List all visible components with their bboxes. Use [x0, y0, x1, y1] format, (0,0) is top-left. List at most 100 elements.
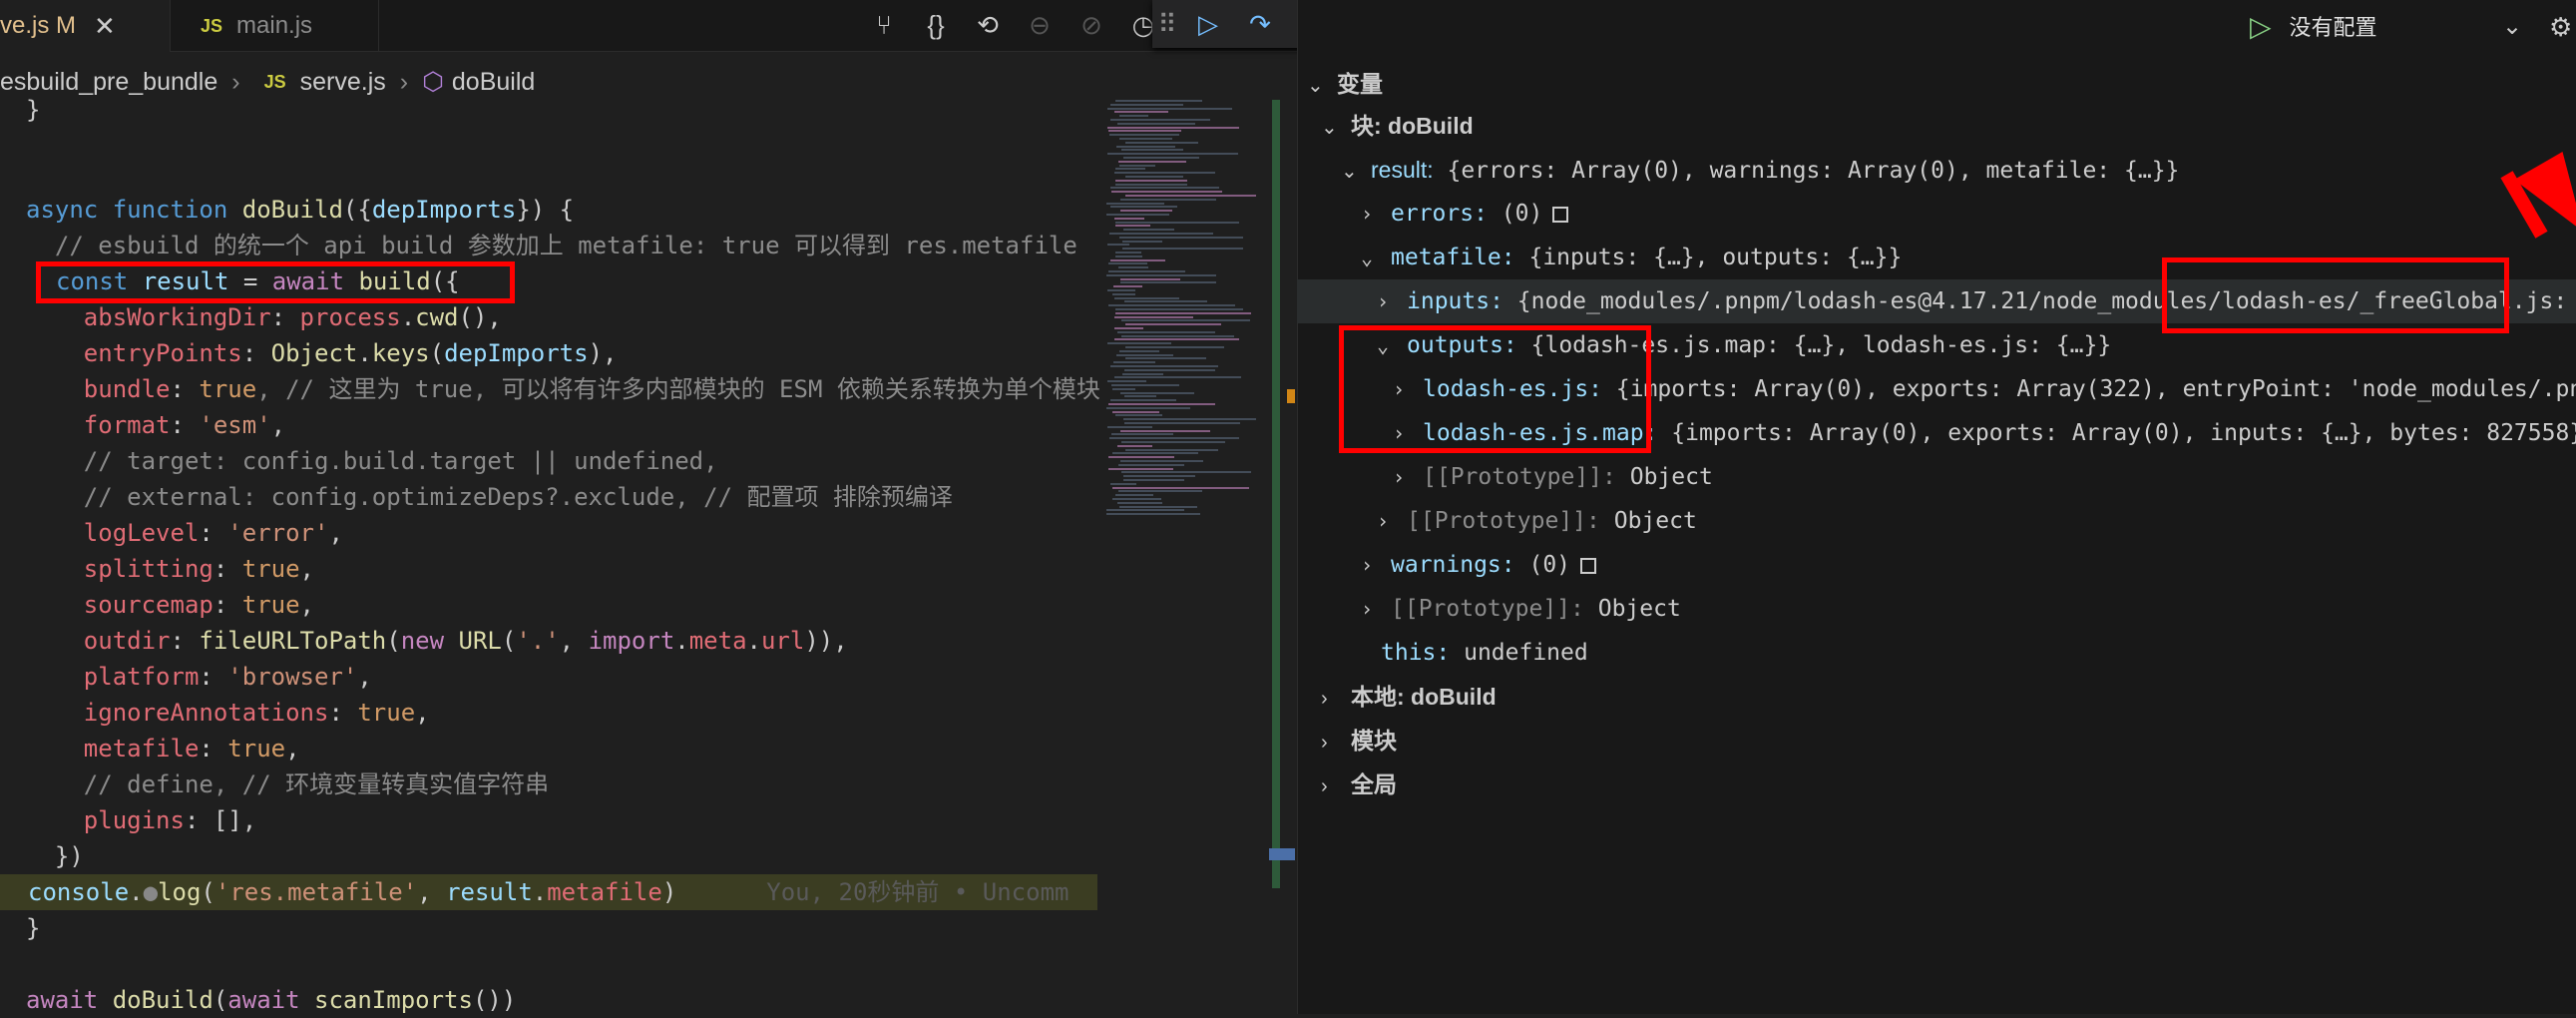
minimap-line: [1120, 210, 1172, 213]
braces-icon[interactable]: {}: [910, 10, 962, 41]
variable-prototype[interactable]: › [[Prototype]]: Object: [1297, 499, 2576, 543]
gripper-icon[interactable]: ⠿: [1152, 9, 1182, 40]
tab-main-js[interactable]: JS main.js: [170, 0, 379, 52]
code-line: outdir: fileURLToPath(new URL('.', impor…: [26, 627, 848, 655]
minimap-line: [1115, 221, 1239, 224]
minimap-line: [1115, 100, 1202, 102]
variable-errors[interactable]: › errors: (0): [1297, 192, 2576, 236]
minimap-line: [1108, 270, 1185, 272]
minimap-line: [1124, 300, 1207, 303]
continue-icon[interactable]: ▷: [1182, 9, 1234, 40]
step-over-icon[interactable]: ↷: [1234, 9, 1286, 40]
code-line: sourcemap: true,: [26, 591, 314, 619]
minimap-line: [1112, 498, 1161, 500]
minimap-line: [1122, 248, 1243, 251]
minimap-line: [1106, 509, 1184, 512]
breadcrumb-file[interactable]: serve.js: [300, 68, 386, 97]
git-change-gutter: [1272, 100, 1280, 888]
minimap-line: [1107, 126, 1239, 129]
minimap-line: [1112, 387, 1135, 390]
code-line: }): [26, 842, 84, 870]
chevron-right-icon: ›: [1361, 597, 1374, 621]
minimap-line: [1109, 437, 1239, 440]
code-line: metafile: true,: [26, 735, 300, 763]
minimap-line: [1115, 252, 1141, 254]
minimap-line: [1119, 505, 1197, 508]
minimap-line: [1124, 368, 1215, 371]
scope-global[interactable]: › 全局: [1297, 763, 2576, 806]
minimap-line: [1115, 414, 1162, 417]
minimap-line: [1119, 236, 1243, 239]
code-line: ignoreAnnotations: true,: [26, 699, 430, 727]
minimap-line: [1124, 422, 1240, 424]
timeline-icon[interactable]: ⊘: [1066, 10, 1117, 41]
minimap-line: [1115, 494, 1153, 497]
gear-icon[interactable]: ⚙: [2549, 12, 2572, 43]
scrollbar-thumb[interactable]: [1269, 848, 1295, 860]
minimap-line: [1118, 490, 1202, 493]
code-line: plugins: [],: [26, 806, 257, 834]
minimap[interactable]: [1102, 100, 1272, 519]
scope-local[interactable]: › 本地: doBuild: [1297, 675, 2576, 719]
symbol-method-icon: ⬡: [422, 68, 444, 96]
go-forward-icon[interactable]: ⊖: [1014, 10, 1066, 41]
minimap-line: [1110, 399, 1176, 402]
minimap-line: [1115, 179, 1187, 182]
scope-block[interactable]: ⌄ 块: doBuild: [1297, 104, 2576, 148]
minimap-line: [1106, 406, 1190, 409]
minimap-line: [1123, 229, 1174, 232]
code-line: format: 'esm',: [26, 411, 286, 439]
minimap-line: [1114, 376, 1241, 379]
annotation-box-freeglobal: [2162, 257, 2509, 333]
minimap-line: [1125, 357, 1206, 360]
go-back-icon[interactable]: ⟲: [962, 10, 1014, 41]
minimap-line: [1107, 289, 1135, 291]
scope-module[interactable]: › 模块: [1297, 719, 2576, 763]
variable-this[interactable]: this: undefined: [1297, 631, 2576, 675]
variable-result[interactable]: ⌄ result: {errors: Array(0), warnings: Ar…: [1297, 148, 2576, 192]
section-header-variables[interactable]: ⌄ 变量: [1297, 62, 2576, 106]
minimap-line: [1114, 217, 1144, 220]
code-line: async function doBuild({depImports}) {: [26, 196, 575, 224]
variable-prototype[interactable]: › [[Prototype]]: Object: [1297, 587, 2576, 631]
tab-serve-js[interactable]: ve.js M ✕: [0, 0, 170, 52]
run-config-label[interactable]: 没有配置: [2290, 10, 2377, 42]
minimap-line: [1118, 463, 1184, 466]
minimap-line: [1114, 172, 1215, 175]
minimap-line: [1120, 460, 1203, 462]
play-icon[interactable]: ▷: [2250, 10, 2272, 43]
chevron-down-icon[interactable]: ⌄: [2502, 12, 2522, 41]
chevron-right-icon: ›: [1321, 688, 1328, 710]
code-line: await doBuild(await scanImports()): [26, 986, 517, 1014]
code-line: absWorkingDir: process.cwd(),: [26, 303, 502, 331]
scrollbar-marker: [1287, 389, 1295, 403]
minimap-line: [1112, 292, 1135, 295]
minimap-line: [1123, 418, 1256, 421]
minimap-line: [1106, 214, 1169, 216]
minimap-line: [1119, 138, 1172, 140]
code-line: }: [26, 96, 41, 124]
minimap-line: [1110, 103, 1183, 106]
source-control-icon[interactable]: ⑂: [858, 10, 910, 41]
minimap-line: [1108, 467, 1173, 470]
minimap-line: [1125, 141, 1198, 144]
code-line: // external: config.optimizeDeps?.exclud…: [26, 483, 953, 511]
minimap-line: [1110, 206, 1177, 209]
code-line-current: console.●log('res.metafile', result.meta…: [26, 874, 1097, 910]
minimap-line: [1121, 334, 1234, 337]
minimap-line: [1114, 338, 1239, 341]
chevron-down-icon: ⌄: [1361, 246, 1374, 269]
tab-label: ve.js M: [0, 12, 77, 39]
variable-prototype[interactable]: › [[Prototype]]: Object: [1297, 455, 2576, 499]
breadcrumb-symbol[interactable]: doBuild: [452, 68, 535, 97]
close-icon[interactable]: ✕: [94, 11, 116, 42]
minimap-line: [1119, 115, 1148, 118]
minimap-line: [1114, 111, 1168, 114]
minimap-line: [1120, 391, 1194, 394]
minimap-line: [1110, 365, 1218, 367]
minimap-line: [1107, 342, 1171, 345]
minimap-line: [1117, 444, 1152, 447]
run-config[interactable]: ▷ 没有配置: [2250, 0, 2377, 52]
minimap-line: [1115, 254, 1142, 257]
variable-warnings[interactable]: › warnings: (0): [1297, 543, 2576, 587]
